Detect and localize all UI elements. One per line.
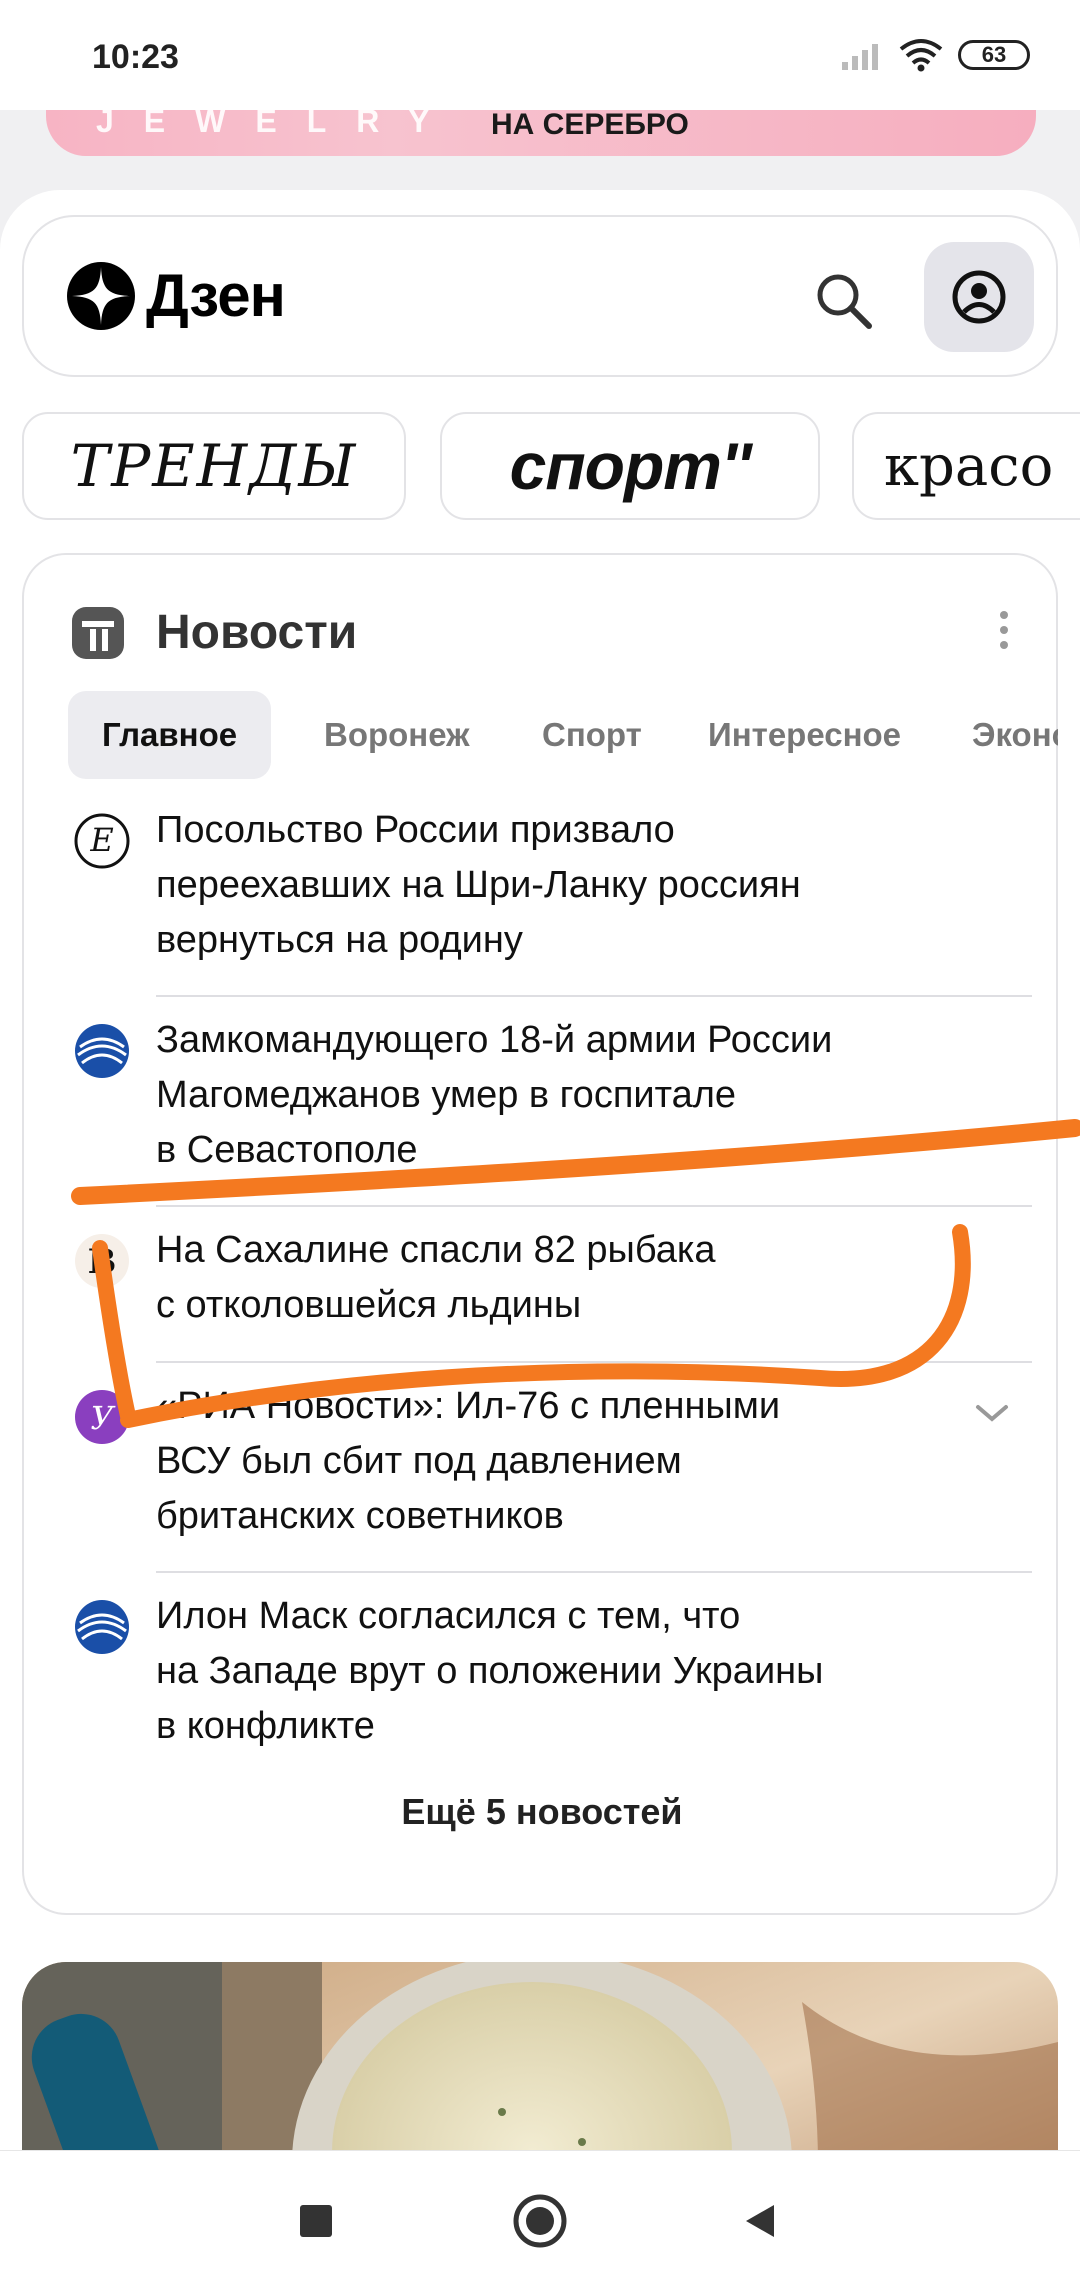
chip-trends[interactable]: ТРЕНДЫ [22,412,406,520]
news-section-icon [72,607,124,659]
source-logo-b-icon: B [75,1234,129,1288]
search-icon [817,274,872,329]
news-headline: Илон Маск согласился с тем, что на Западе… [156,1595,824,1747]
svg-text:B: B [88,1242,117,1282]
divider [156,995,1032,997]
recents-button[interactable] [286,2191,346,2251]
back-triangle-icon [746,2205,774,2237]
user-icon [952,270,1006,324]
square-icon [300,2205,332,2237]
chip-sport[interactable]: спорт'' [440,412,820,520]
news-title: Новости [156,606,358,659]
more-news-button[interactable]: Ещё 5 новостей [24,1791,1060,1833]
news-headline: На Сахалине спасли 82 рыбака с отколовшей… [156,1229,716,1326]
svg-text:Е: Е [89,821,113,859]
profile-button[interactable] [924,242,1034,352]
tab-economy[interactable]: Эконо [972,691,1058,779]
tab-main[interactable]: Главное [68,691,272,779]
tab-interesting[interactable]: Интересное [708,691,901,779]
chevron-down-icon[interactable] [972,1399,1012,1429]
tab-voronezh[interactable]: Воронеж [324,691,470,779]
news-headline: Посольство России призвало переехавших на… [156,809,801,961]
source-logo-y-icon: У [75,1390,129,1444]
dzen-logo-icon [67,262,135,330]
wifi-icon [899,39,943,72]
home-button[interactable] [510,2191,570,2251]
search-header: Дзен [22,215,1058,377]
battery-indicator: 63 [958,40,1030,70]
source-logo-globe-icon [75,1024,129,1078]
signal-icon [842,44,878,70]
divider [156,1205,1032,1207]
tab-sport[interactable]: Спорт [542,691,642,779]
status-bar: 10:23 63 [0,0,1080,110]
divider [156,1361,1032,1363]
source-logo-globe-icon [75,1600,129,1654]
svg-text:У: У [90,1399,116,1437]
status-icons: 63 [840,38,1030,72]
source-logo-e-icon: Е [74,813,130,869]
divider [156,1571,1032,1573]
back-button[interactable] [730,2191,790,2251]
news-card: Новости Главное Воронеж Спорт Интересное… [22,553,1058,1915]
chip-beauty[interactable]: красо [852,412,1080,520]
more-options-icon[interactable] [994,605,1014,655]
home-circle-icon [513,2194,567,2248]
news-headline: Замкомандующего 18-й армии России Магомед… [156,1019,833,1171]
system-nav-bar [0,2150,1080,2280]
news-headline: «РИА Новости»: Ил-76 с пленными ВСУ был с… [156,1385,781,1537]
search-button[interactable] [804,261,884,341]
status-time: 10:23 [92,38,179,76]
promo-text: НА СЕРЕБРО [491,108,689,141]
logo-text: Дзен [146,262,286,329]
news-tabs: Главное Воронеж Спорт Интересное Эконо [68,691,1058,781]
